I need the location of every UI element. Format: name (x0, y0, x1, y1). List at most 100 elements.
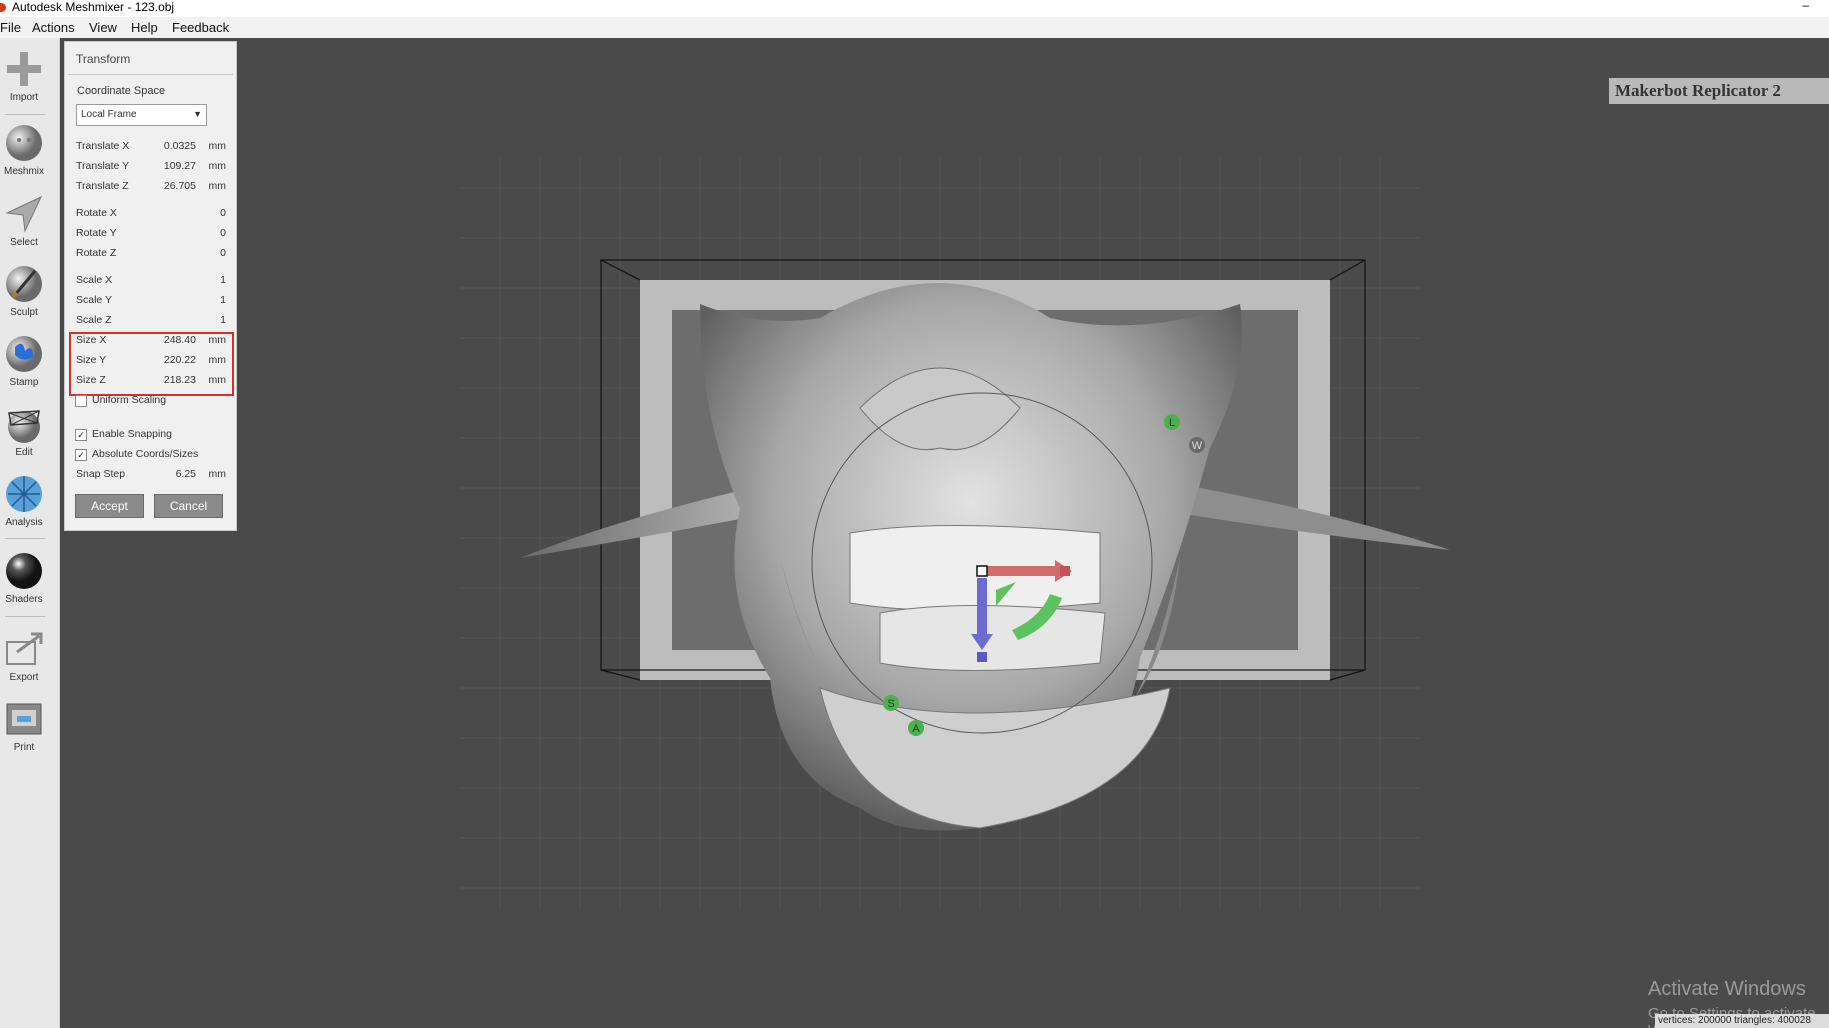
tool-stamp[interactable]: Stamp (0, 333, 48, 388)
unit-label: mm (208, 468, 227, 480)
tool-meshmix[interactable]: Meshmix (0, 122, 48, 177)
tool-import[interactable]: Import (0, 48, 48, 103)
marker-a: A (912, 723, 920, 735)
field-label: Scale Z (76, 314, 112, 326)
scale-x-field[interactable]: 1 (220, 274, 226, 286)
scene-canvas[interactable]: L W S A (60, 38, 1829, 1028)
shaders-sphere-icon (6, 553, 42, 589)
left-toolbar: Import Meshmix Select Sculpt Stamp Edit (0, 38, 60, 1028)
checkbox-label: Enable Snapping (92, 428, 172, 440)
accept-button[interactable]: Accept (75, 494, 144, 518)
field-label: Scale X (76, 274, 113, 286)
field-label: Translate Y (76, 160, 130, 172)
sculpt-brush-icon (6, 266, 42, 302)
coordinate-space-dropdown[interactable]: Local Frame ▼ (76, 104, 207, 126)
translate-z-field[interactable]: 26.705 (164, 180, 196, 192)
scale-x-row[interactable]: Scale X 1 (76, 274, 226, 290)
z-axis-arrow[interactable] (977, 578, 987, 640)
marker-l: L (1169, 417, 1175, 429)
dropdown-value: Local Frame (81, 109, 137, 120)
checkmark-icon[interactable]: ✓ (75, 449, 87, 461)
field-label: Snap Step (76, 468, 126, 480)
edit-icon (8, 410, 40, 443)
tool-label: Import (9, 92, 39, 103)
tool-label: Print (13, 742, 35, 753)
tool-label: Edit (15, 447, 33, 458)
oni-mask-model[interactable] (700, 283, 1242, 831)
translate-y-field[interactable]: 109.27 (164, 160, 196, 172)
menu-feedback[interactable]: Feedback (172, 20, 229, 35)
translate-x-field[interactable]: 0.0325 (164, 140, 196, 152)
checkbox-label: Absolute Coords/Sizes (92, 448, 199, 460)
field-label: Rotate Z (76, 247, 117, 259)
translate-y-row[interactable]: Translate Y 109.27 mm (76, 160, 226, 176)
toolbar-divider (5, 538, 45, 539)
panel-title: Transform (76, 52, 131, 66)
toolbar-divider (5, 616, 45, 617)
tool-label: Analysis (5, 517, 43, 528)
chevron-down-icon: ▼ (193, 109, 202, 119)
rotate-x-row[interactable]: Rotate X 0 (76, 207, 226, 223)
unit-label: mm (208, 160, 227, 172)
3d-viewport[interactable]: L W S A Makerbot Replicator 2 Activate W… (60, 38, 1829, 1028)
transform-panel: Transform Coordinate Space Local Frame ▼… (64, 41, 237, 531)
scale-y-field[interactable]: 1 (220, 294, 226, 306)
title-bar: Autodesk Meshmixer - 123.obj – (0, 0, 1829, 17)
snap-step-row[interactable]: Snap Step 6.25 mm (76, 468, 226, 484)
rotate-z-row[interactable]: Rotate Z 0 (76, 247, 226, 263)
tool-edit[interactable]: Edit (0, 403, 48, 458)
menu-help[interactable]: Help (131, 20, 158, 35)
meshmix-icon (6, 125, 42, 161)
tool-sculpt[interactable]: Sculpt (0, 263, 48, 318)
toolbar-divider (5, 114, 45, 115)
tool-label: Export (9, 672, 39, 683)
field-label: Translate Z (76, 180, 129, 192)
coordinate-space-label: Coordinate Space (77, 85, 166, 97)
unit-label: mm (208, 180, 227, 192)
rotate-y-field[interactable]: 0 (220, 227, 226, 239)
checkbox-unchecked[interactable] (75, 395, 87, 407)
size-fields-highlight (69, 332, 234, 396)
printer-label[interactable]: Makerbot Replicator 2 (1609, 78, 1829, 104)
tool-select[interactable]: Select (0, 193, 48, 248)
scale-z-row[interactable]: Scale Z 1 (76, 314, 226, 330)
printer-icon (6, 703, 42, 735)
tool-shaders[interactable]: Shaders (0, 550, 48, 605)
menu-actions[interactable]: Actions (32, 20, 75, 35)
export-icon (6, 632, 43, 665)
scale-z-field[interactable]: 1 (220, 314, 226, 326)
field-label: Scale Y (76, 294, 112, 306)
plus-icon (7, 52, 41, 86)
scale-y-row[interactable]: Scale Y 1 (76, 294, 226, 310)
tool-label: Stamp (9, 377, 39, 388)
gizmo-center[interactable] (976, 565, 988, 577)
window-title: Autodesk Meshmixer - 123.obj (12, 0, 175, 14)
watermark-title: Activate Windows (1648, 978, 1806, 1000)
translate-z-row[interactable]: Translate Z 26.705 mm (76, 180, 226, 196)
tool-label: Meshmix (3, 166, 44, 177)
rotate-x-field[interactable]: 0 (220, 207, 226, 219)
stamp-icon (6, 336, 42, 372)
marker-s: S (887, 698, 894, 710)
marker-w: W (1192, 440, 1203, 452)
tool-export[interactable]: Export (0, 628, 48, 683)
rotate-z-field[interactable]: 0 (220, 247, 226, 259)
menu-view[interactable]: View (89, 20, 117, 35)
x-axis-arrow[interactable] (985, 566, 1055, 576)
rotate-y-row[interactable]: Rotate Y 0 (76, 227, 226, 243)
menu-file[interactable]: File (0, 20, 21, 35)
tool-print[interactable]: Print (0, 698, 48, 753)
tool-label: Select (10, 237, 38, 248)
tool-label: Shaders (5, 594, 43, 605)
tool-analysis[interactable]: Analysis (0, 473, 48, 528)
translate-x-row[interactable]: Translate X 0.0325 mm (76, 140, 226, 156)
unit-label: mm (208, 140, 227, 152)
field-label: Translate X (76, 140, 130, 152)
field-label: Rotate Y (76, 227, 117, 239)
snap-step-field[interactable]: 6.25 (176, 468, 196, 480)
cancel-button[interactable]: Cancel (154, 494, 223, 518)
select-arrow-icon (5, 195, 43, 233)
checkmark-icon[interactable]: ✓ (75, 429, 87, 441)
title-divider (68, 74, 233, 75)
minimize-button[interactable]: – (1802, 0, 1809, 12)
